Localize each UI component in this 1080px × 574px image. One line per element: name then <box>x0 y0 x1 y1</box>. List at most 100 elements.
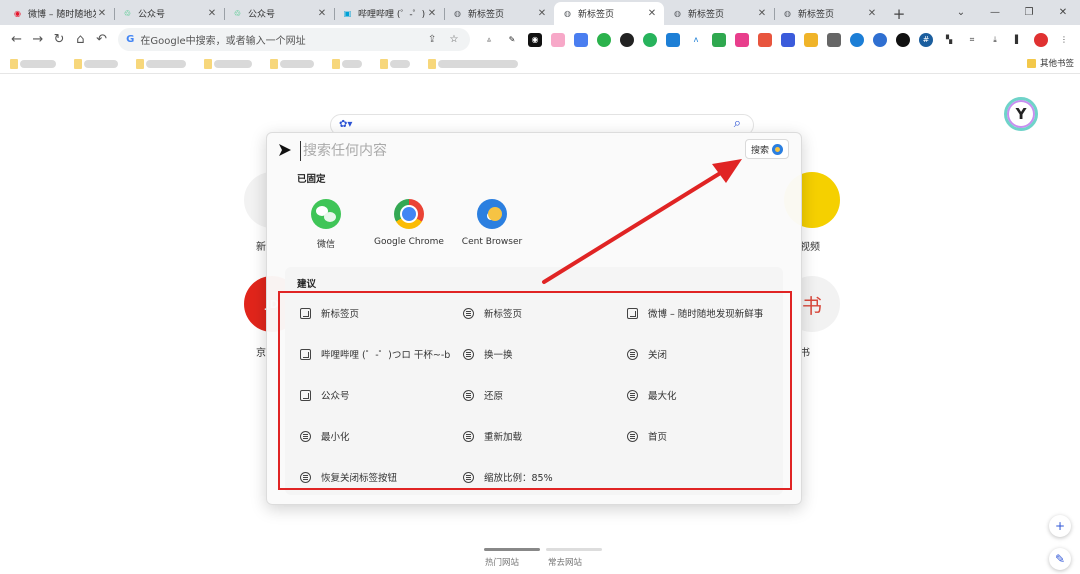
command-icon <box>463 471 474 483</box>
command-icon <box>300 471 311 483</box>
extension-icon[interactable] <box>804 32 819 47</box>
close-icon[interactable]: ✕ <box>426 8 438 19</box>
extension-icon[interactable] <box>666 32 681 47</box>
home-icon[interactable]: ⌂ <box>70 29 91 51</box>
extension-icon[interactable] <box>896 32 911 47</box>
bookmark-item[interactable] <box>332 58 362 69</box>
extension-icon[interactable] <box>620 32 635 47</box>
command-icon <box>463 430 474 442</box>
bookmark-item[interactable] <box>270 58 314 69</box>
extension-icon[interactable] <box>597 32 612 47</box>
pinned-app-wechat[interactable]: 微信 <box>278 199 374 250</box>
crop-icon[interactable]: ⌗ <box>965 33 979 47</box>
reload-icon[interactable]: ↻ <box>48 29 69 51</box>
shortcut-label: 视频 <box>800 242 820 253</box>
tab[interactable]: ◍ 新标签页 ✕ <box>444 2 554 25</box>
pager-bar[interactable] <box>546 548 602 551</box>
bookmark-item[interactable] <box>136 58 186 69</box>
pinned-app-cent[interactable]: Cent Browser <box>444 199 540 247</box>
undo-close-icon[interactable]: ↶ <box>91 29 112 51</box>
extension-icon[interactable]: ʌ <box>689 32 704 47</box>
edit-button[interactable]: ✎ <box>1049 548 1071 570</box>
extensions-puzzle-icon[interactable]: ▚ <box>942 33 956 47</box>
address-bar[interactable]: G 在Google中搜索，或者输入一个网址 ⇪ ☆ <box>118 28 471 51</box>
other-bookmarks[interactable]: 其他书签 <box>1027 57 1074 69</box>
extension-icon[interactable] <box>850 32 865 47</box>
back-icon[interactable]: ← <box>6 29 27 51</box>
close-icon[interactable]: ✕ <box>316 8 328 19</box>
minimize-icon[interactable]: — <box>978 0 1012 25</box>
bookmark-item[interactable] <box>380 58 410 69</box>
pinned-app-chrome[interactable]: Google Chrome <box>361 199 457 247</box>
share-icon[interactable]: ⇪ <box>424 34 440 45</box>
extension-icon[interactable] <box>781 32 796 47</box>
tab-icon <box>300 307 311 319</box>
tab[interactable]: ◍ 新标签页 ✕ <box>664 2 774 25</box>
extension-icon[interactable]: # <box>919 32 934 47</box>
suggestion-item[interactable]: 关闭 <box>627 346 777 362</box>
restore-icon[interactable]: ❐ <box>1012 0 1046 25</box>
suggestion-item[interactable]: 最小化 <box>300 428 450 444</box>
close-icon[interactable]: ✕ <box>756 8 768 19</box>
extension-icon[interactable] <box>873 32 888 47</box>
cent-logo-icon[interactable]: Y <box>1004 97 1038 131</box>
pager-bar-active[interactable] <box>484 548 540 551</box>
bookmark-item[interactable] <box>10 58 56 69</box>
bookstore-tile-glyph: 书 <box>802 293 822 318</box>
search-icon[interactable]: ⌕ <box>734 116 741 131</box>
close-window-icon[interactable]: ✕ <box>1046 0 1080 25</box>
extension-icon[interactable] <box>758 32 773 47</box>
search-button[interactable]: 搜索 <box>745 139 789 159</box>
suggestion-item[interactable]: 新标签页 <box>300 305 450 321</box>
suggestion-item[interactable]: 重新加载 <box>463 428 613 444</box>
tab-search-icon[interactable]: ⌄ <box>944 0 978 25</box>
suggestion-item[interactable]: 首页 <box>627 428 777 444</box>
suggestion-item[interactable]: 还原 <box>463 387 613 403</box>
download-icon[interactable]: ⤓ <box>988 33 1002 47</box>
extension-icon[interactable] <box>551 32 566 47</box>
command-search-input[interactable] <box>300 141 700 161</box>
suggestion-item[interactable]: 换一换 <box>463 346 613 362</box>
tab[interactable]: ◉微博 – 随时随地发现新鲜事✕ <box>4 2 114 25</box>
extension-icon[interactable]: ◉ <box>528 32 543 47</box>
close-icon[interactable]: ✕ <box>866 8 878 19</box>
tab[interactable]: ♲ 公众号 ✕ <box>114 2 224 25</box>
suggestion-item[interactable]: 最大化 <box>627 387 777 403</box>
extension-icon[interactable] <box>712 32 727 47</box>
bookmarks-bar: 其他书签 <box>0 54 1080 74</box>
extension-icon[interactable] <box>574 32 589 47</box>
bookmark-star-icon[interactable]: ☆ <box>446 34 462 45</box>
bookmark-item[interactable] <box>204 58 252 69</box>
close-icon[interactable]: ✕ <box>536 8 548 19</box>
tab[interactable]: ▣哔哩哔哩 (゜-゜)つロ 干杯~-bilibili✕ <box>334 2 444 25</box>
tab[interactable]: ◍ 新标签页 ✕ <box>774 2 884 25</box>
pager-label[interactable]: 常去网站 <box>548 556 582 568</box>
suggestion-item[interactable]: 微博 – 随时随地发现新鲜事 <box>627 305 771 321</box>
menu-icon[interactable]: ⋮ <box>1057 33 1071 47</box>
extension-icon[interactable] <box>643 32 658 47</box>
pager-label[interactable]: 热门网站 <box>485 556 519 568</box>
suggestion-item[interactable]: 新标签页 <box>463 305 613 321</box>
suggestion-item[interactable]: 缩放比例：85% <box>463 469 613 485</box>
extension-icon[interactable] <box>735 32 750 47</box>
bookmark-item[interactable] <box>74 58 118 69</box>
extension-icon[interactable] <box>827 32 842 47</box>
new-tab-button[interactable]: + <box>888 3 910 25</box>
sidebar-icon[interactable]: ▌ <box>1011 33 1025 47</box>
address-placeholder: 在Google中搜索，或者输入一个网址 <box>140 36 306 47</box>
tab[interactable]: ♲ 公众号 ✕ <box>224 2 334 25</box>
bookmark-item[interactable] <box>428 58 518 69</box>
suggestion-item[interactable]: 公众号 <box>300 387 450 403</box>
forward-icon[interactable]: → <box>27 29 48 51</box>
suggestions-section-title: 建议 <box>297 279 317 290</box>
suggestion-item[interactable]: 哔哩哔哩 (゜-゜)つロ 干杯~-bilibili <box>300 346 450 362</box>
profile-avatar[interactable] <box>1034 32 1049 47</box>
extension-icon[interactable]: ✎ <box>505 33 519 47</box>
tab-active[interactable]: ◍ 新标签页 ✕ <box>554 2 664 25</box>
add-shortcut-button[interactable]: + <box>1049 515 1071 537</box>
suggestion-item[interactable]: 恢复关闭标签按钮 <box>300 469 450 485</box>
extension-icon[interactable]: ⩓ <box>482 33 496 47</box>
close-icon[interactable]: ✕ <box>646 8 658 19</box>
close-icon[interactable]: ✕ <box>96 8 108 19</box>
close-icon[interactable]: ✕ <box>206 8 218 19</box>
